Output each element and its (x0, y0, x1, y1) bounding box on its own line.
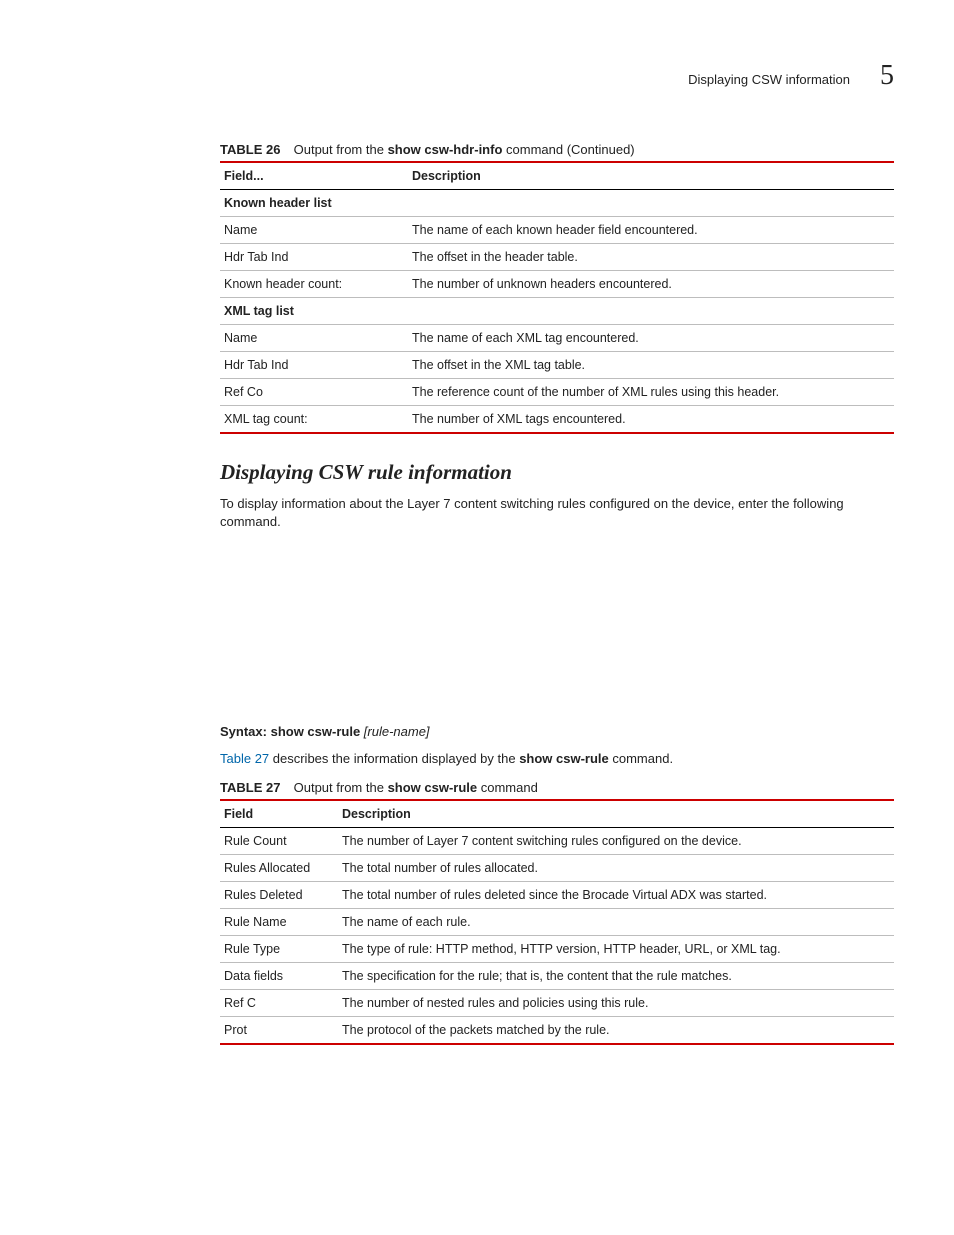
table26-col1: Field... (220, 162, 408, 190)
cell-field: Rule Count (220, 827, 338, 854)
cell-field: XML tag count: (220, 406, 408, 434)
desc-mid: describes the information displayed by t… (269, 751, 519, 766)
table-row: Data fields The specification for the ru… (220, 962, 894, 989)
cell-field: Hdr Tab Ind (220, 352, 408, 379)
table27-label: TABLE 27 (220, 780, 290, 795)
table26-caption-prefix: Output from the (294, 142, 388, 157)
table-row: Ref Co The reference count of the number… (220, 379, 894, 406)
table-row: Rules Allocated The total number of rule… (220, 854, 894, 881)
section-intro: To display information about the Layer 7… (220, 495, 894, 531)
cell-field: Rules Allocated (220, 854, 338, 881)
cell-field: Name (220, 217, 408, 244)
table27-desc: Table 27 describes the information displ… (220, 750, 894, 768)
table27-col2: Description (338, 800, 894, 828)
page: Displaying CSW information 5 TABLE 26 Ou… (0, 0, 954, 1235)
cell-desc: The name of each XML tag encountered. (408, 325, 894, 352)
table-row: XML tag count: The number of XML tags en… (220, 406, 894, 434)
syntax-arg: [rule-name] (364, 724, 430, 739)
cell-desc: The offset in the XML tag table. (408, 352, 894, 379)
table27-link[interactable]: Table 27 (220, 751, 269, 766)
cell-field: Known header count: (220, 271, 408, 298)
cell-field: Rule Type (220, 935, 338, 962)
chapter-number: 5 (880, 60, 894, 92)
table-row: Hdr Tab Ind The offset in the header tab… (220, 244, 894, 271)
table-row: Known header list (220, 190, 894, 217)
cell-desc: The number of Layer 7 content switching … (338, 827, 894, 854)
table26-col2: Description (408, 162, 894, 190)
table-row: Rules Deleted The total number of rules … (220, 881, 894, 908)
cell-desc: The name of each known header field enco… (408, 217, 894, 244)
section-heading: Displaying CSW rule information (220, 460, 894, 485)
table26-caption-suffix: command (Continued) (502, 142, 634, 157)
cell-field: Known header list (220, 190, 408, 217)
table-row: Rule Count The number of Layer 7 content… (220, 827, 894, 854)
table27-caption-suffix: command (477, 780, 538, 795)
cell-desc: The name of each rule. (338, 908, 894, 935)
table-row: Known header count: The number of unknow… (220, 271, 894, 298)
table27-caption-prefix: Output from the (294, 780, 388, 795)
cell-desc: The number of unknown headers encountere… (408, 271, 894, 298)
cell-field: Name (220, 325, 408, 352)
table-row: Name The name of each XML tag encountere… (220, 325, 894, 352)
cell-field: XML tag list (220, 298, 408, 325)
cell-field: Rules Deleted (220, 881, 338, 908)
table27-caption-cmd: show csw-rule (388, 780, 478, 795)
header-title: Displaying CSW information (688, 72, 850, 87)
desc-cmd: show csw-rule (519, 751, 609, 766)
cell-desc: The reference count of the number of XML… (408, 379, 894, 406)
cell-desc: The total number of rules allocated. (338, 854, 894, 881)
cell-field: Data fields (220, 962, 338, 989)
table27: Field Description Rule Count The number … (220, 799, 894, 1045)
table26-caption-cmd: show csw-hdr-info (388, 142, 503, 157)
table27-col1: Field (220, 800, 338, 828)
cell-desc: The number of XML tags encountered. (408, 406, 894, 434)
table-row: Rule Type The type of rule: HTTP method,… (220, 935, 894, 962)
cell-desc: The number of nested rules and policies … (338, 989, 894, 1016)
cell-desc: The offset in the header table. (408, 244, 894, 271)
cell-field: Hdr Tab Ind (220, 244, 408, 271)
table-row: Prot The protocol of the packets matched… (220, 1016, 894, 1044)
table26-caption: TABLE 26 Output from the show csw-hdr-in… (220, 142, 894, 157)
cell-field: Ref Co (220, 379, 408, 406)
table-row: XML tag list (220, 298, 894, 325)
table27-caption: TABLE 27 Output from the show csw-rule c… (220, 780, 894, 795)
table-row: Name The name of each known header field… (220, 217, 894, 244)
cell-field: Prot (220, 1016, 338, 1044)
table26-label: TABLE 26 (220, 142, 290, 157)
desc-tail: command. (609, 751, 673, 766)
cell-desc: The type of rule: HTTP method, HTTP vers… (338, 935, 894, 962)
syntax-line: Syntax: show csw-rule [rule-name] (220, 723, 894, 741)
cell-field: Rule Name (220, 908, 338, 935)
cell-desc: The total number of rules deleted since … (338, 881, 894, 908)
cell-desc (408, 190, 894, 217)
page-header: Displaying CSW information 5 (220, 60, 894, 92)
cell-desc: The protocol of the packets matched by t… (338, 1016, 894, 1044)
syntax-label: Syntax: (220, 724, 267, 739)
cell-field: Ref C (220, 989, 338, 1016)
table-row: Ref C The number of nested rules and pol… (220, 989, 894, 1016)
table26: Field... Description Known header list N… (220, 161, 894, 434)
spacer (220, 547, 894, 717)
table-row: Hdr Tab Ind The offset in the XML tag ta… (220, 352, 894, 379)
table-row: Rule Name The name of each rule. (220, 908, 894, 935)
cell-desc: The specification for the rule; that is,… (338, 962, 894, 989)
syntax-cmd: show csw-rule (271, 724, 361, 739)
cell-desc (408, 298, 894, 325)
